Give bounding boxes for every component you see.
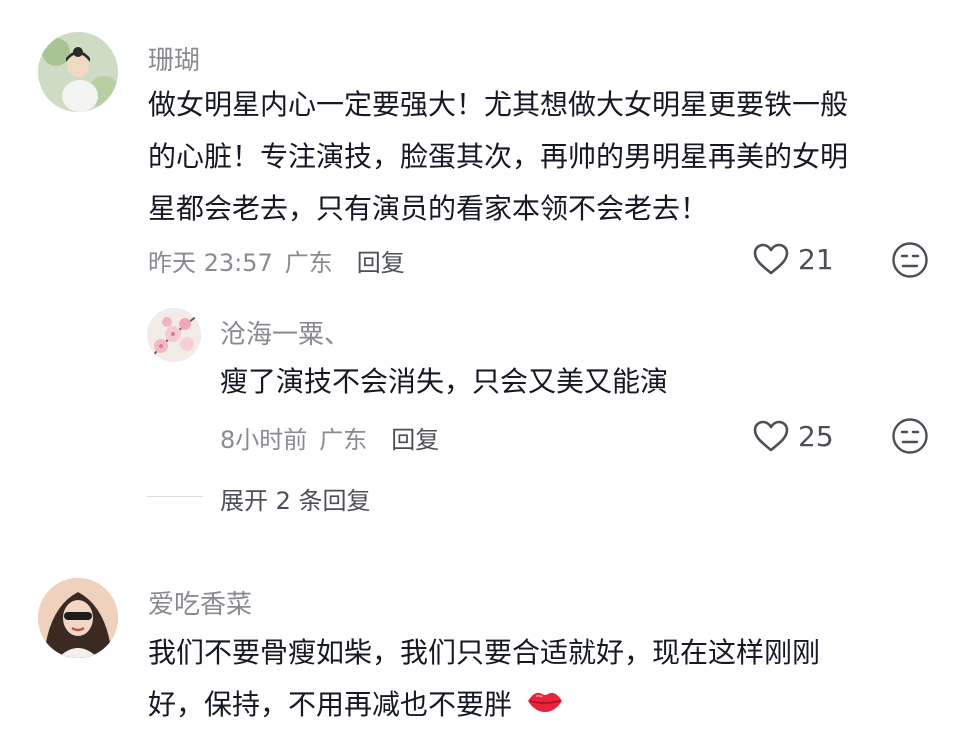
- reply-button[interactable]: 回复: [357, 243, 405, 278]
- like-button[interactable]: 21: [752, 242, 834, 276]
- comment-time: 昨天 23:57: [148, 249, 273, 277]
- reply-time: 8小时前: [220, 426, 308, 454]
- neutral-face-icon: [892, 418, 928, 454]
- comment-line: 我们不要骨瘦如柴，我们只要合适就好，现在这样刚刚: [148, 636, 821, 669]
- comment-text: 我们不要骨瘦如柴，我们只要合适就好，现在这样刚刚 好，保持，不用再减也不要胖: [148, 630, 820, 729]
- expand-divider: [147, 496, 203, 497]
- reply-meta: 8小时前 广东 回复: [220, 420, 439, 455]
- expand-replies-button[interactable]: 展开 2 条回复: [220, 481, 371, 516]
- heart-outline-icon: [753, 243, 789, 275]
- like-count: 21: [798, 242, 834, 276]
- comment-line-text: 好，保持，不用再减也不要胖: [148, 688, 513, 721]
- reply-location: 广东: [319, 426, 368, 454]
- comment-item: 珊瑚 做女明星内心一定要强大！尤其想做大女明星更要铁一般 的心脏！专注演技，脸蛋…: [0, 0, 960, 540]
- reply-avatar[interactable]: [147, 308, 201, 362]
- reply-reply-button[interactable]: 回复: [391, 420, 439, 455]
- comment-username[interactable]: 爱吃香菜: [148, 584, 252, 621]
- comment-line: 做女明星内心一定要强大！尤其想做大女明星更要铁一般: [148, 88, 849, 121]
- comment-text: 做女明星内心一定要强大！尤其想做大女明星更要铁一般 的心脏！专注演技，脸蛋其次，…: [148, 82, 848, 232]
- lips-emoji-icon: [525, 683, 565, 729]
- comment-list: 珊瑚 做女明星内心一定要强大！尤其想做大女明星更要铁一般 的心脏！专注演技，脸蛋…: [0, 0, 960, 730]
- avatar[interactable]: [38, 578, 118, 658]
- comment-location: 广东: [284, 249, 333, 277]
- comment-item: 爱吃香菜 我们不要骨瘦如柴，我们只要合适就好，现在这样刚刚 好，保持，不用再减也…: [0, 560, 960, 730]
- dislike-button[interactable]: [891, 241, 929, 279]
- reply-like-button[interactable]: 25: [752, 419, 834, 453]
- avatar[interactable]: [38, 32, 118, 112]
- neutral-face-icon: [892, 242, 928, 278]
- comment-line: 好，保持，不用再减也不要胖: [148, 682, 820, 729]
- reply-like-count: 25: [798, 419, 834, 453]
- reply-dislike-button[interactable]: [891, 417, 929, 455]
- comment-username[interactable]: 珊瑚: [148, 40, 200, 77]
- comment-line: 星都会老去，只有演员的看家本领不会老去！: [148, 192, 709, 225]
- reply-username[interactable]: 沧海一粟、: [220, 314, 350, 351]
- comment-line: 的心脏！专注演技，脸蛋其次，再帅的男明星再美的女明: [148, 140, 849, 173]
- heart-outline-icon: [753, 420, 789, 452]
- comment-meta: 昨天 23:57 广东 回复: [148, 243, 405, 278]
- expand-replies-label: 展开 2 条回复: [220, 487, 371, 515]
- reply-text: 瘦了演技不会消失，只会又美又能演: [220, 365, 669, 398]
